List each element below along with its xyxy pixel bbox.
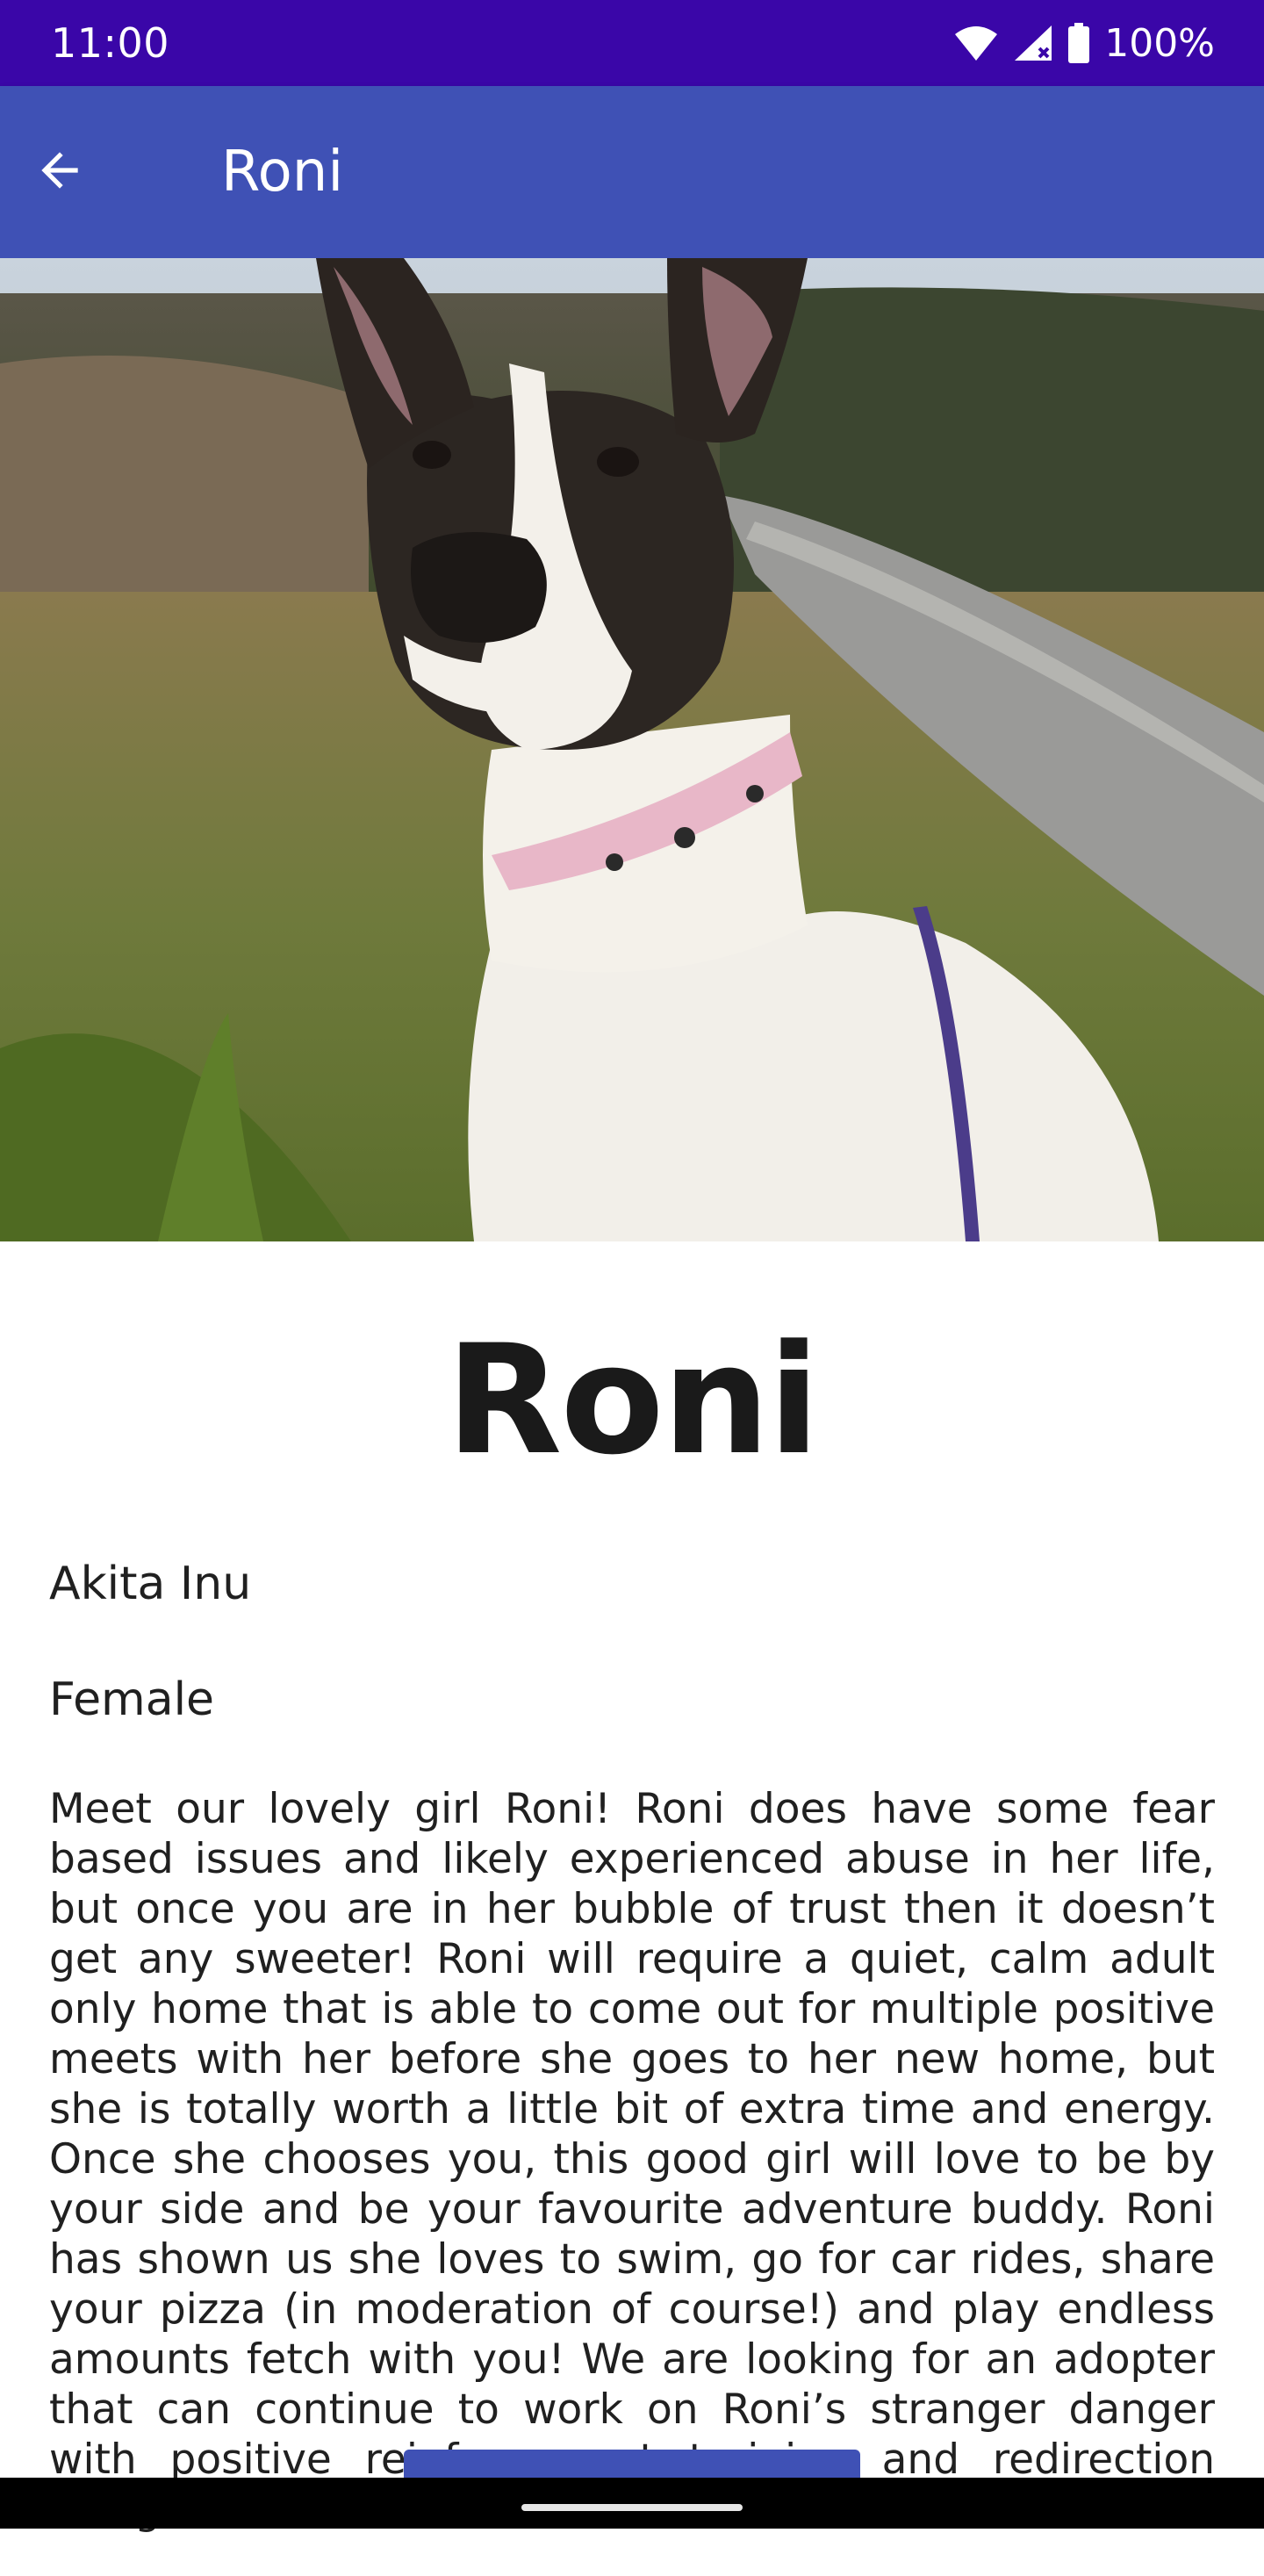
app-title: Roni (221, 140, 344, 205)
pet-photo (0, 258, 1264, 1241)
navigation-bar (0, 2478, 1264, 2529)
wifi-icon (953, 24, 999, 62)
arrow-back-icon (32, 143, 87, 201)
status-bar: 11:00 100% (0, 0, 1264, 86)
pet-breed: Akita Inu (49, 1558, 252, 1610)
battery-percent: 100% (1104, 20, 1215, 66)
pet-name: Roni (445, 1312, 820, 1488)
pet-details: Roni Akita Inu Female Meet our lovely gi… (49, 1241, 1215, 2576)
status-icons: 100% (953, 21, 1215, 66)
status-time: 11:00 (51, 19, 170, 67)
back-button[interactable] (18, 130, 102, 214)
home-gesture-handle[interactable] (521, 2504, 743, 2511)
pet-sex: Female (49, 1673, 215, 1727)
battery-icon (1067, 23, 1090, 63)
pet-description: Meet our lovely girl Roni! Roni does hav… (49, 1784, 1215, 2534)
signal-icon (1013, 24, 1053, 62)
app-bar: Roni (0, 86, 1264, 258)
